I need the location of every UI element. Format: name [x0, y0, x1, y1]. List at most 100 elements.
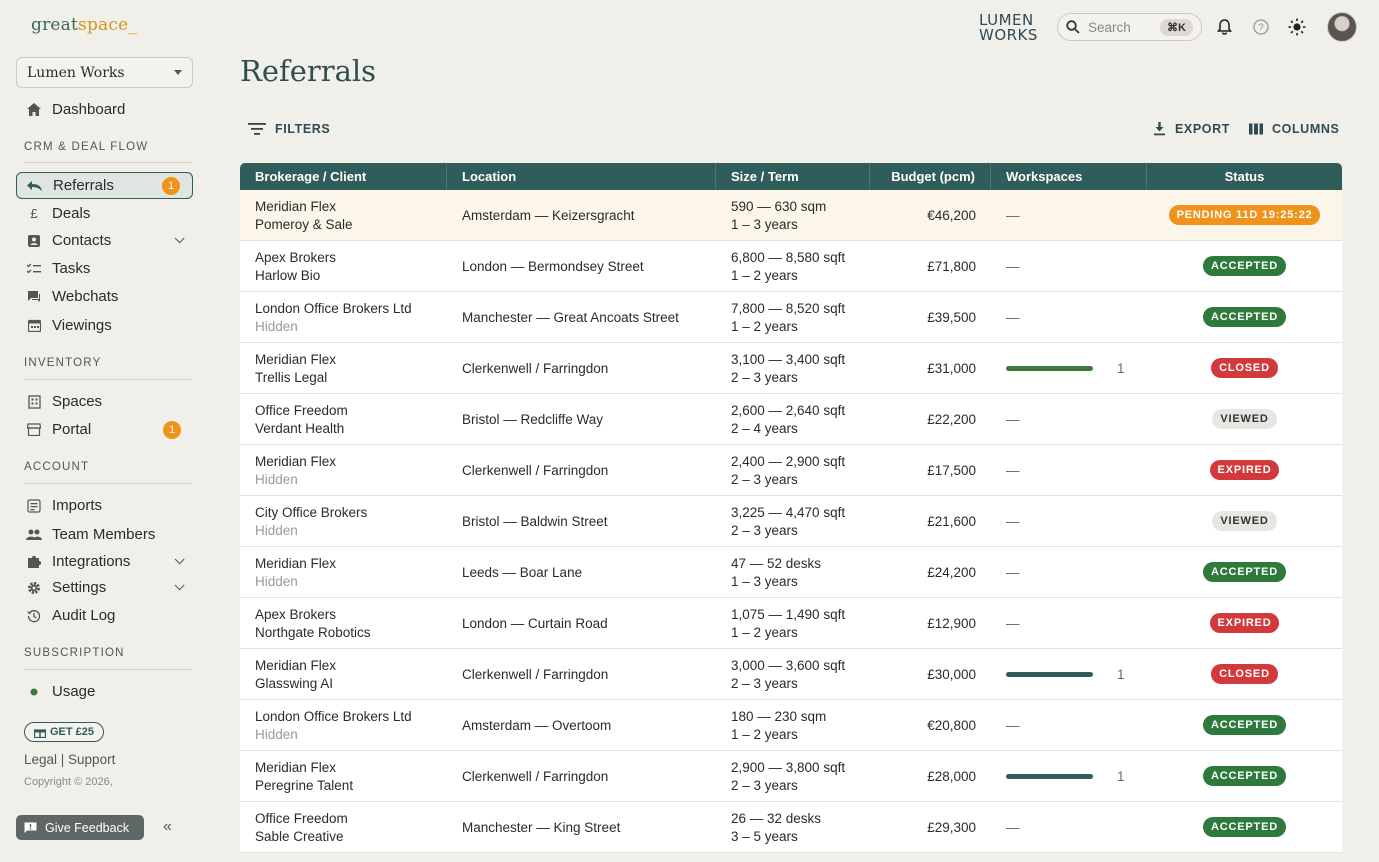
sidebar-item-contacts[interactable]: Contacts	[16, 227, 193, 254]
status-badge[interactable]: ACCEPTED	[1203, 766, 1286, 786]
brokerage-client-cell: Office Freedom Verdant Health	[240, 394, 447, 444]
table-row[interactable]: London Office Brokers Ltd Hidden Mancheste…	[240, 292, 1342, 343]
sidebar-item-label: Audit Log	[52, 607, 116, 624]
size-term-cell: 2,900 — 3,800 sqft 2 – 3 years	[716, 751, 870, 801]
sidebar-item-team-members[interactable]: Team Members	[16, 521, 193, 548]
table-row[interactable]: Meridian Flex Pomeroy & Sale Amsterdam — K…	[240, 190, 1342, 241]
table-row[interactable]: London Office Brokers Ltd Hidden Amsterdam…	[240, 700, 1342, 751]
columns-button[interactable]: COLUMNS	[1249, 122, 1339, 136]
column-header-budget[interactable]: Budget (pcm)	[870, 163, 991, 190]
legal-support-links[interactable]: Legal | Support	[24, 752, 115, 767]
checklist-icon	[26, 261, 42, 277]
sidebar-item-integrations[interactable]: Integrations	[16, 548, 193, 575]
sidebar-item-usage[interactable]: Usage	[16, 678, 193, 705]
table-row[interactable]: City Office Brokers Hidden Bristol — Baldw…	[240, 496, 1342, 547]
status-badge[interactable]: VIEWED	[1212, 409, 1277, 429]
status-badge[interactable]: ACCEPTED	[1203, 307, 1286, 327]
client-name: Pomeroy & Sale	[255, 216, 353, 232]
brokerage-client-cell: Meridian Flex Glasswing AI	[240, 649, 447, 699]
term-text: 1 – 3 years	[731, 216, 798, 232]
status-badge[interactable]: VIEWED	[1212, 511, 1277, 531]
sidebar-item-viewings[interactable]: Viewings	[16, 312, 193, 339]
sidebar-item-imports[interactable]: Imports	[16, 492, 193, 519]
status-badge[interactable]: ACCEPTED	[1203, 562, 1286, 582]
workspaces-progress-bar	[1006, 671, 1093, 677]
sidebar-item-label: Imports	[52, 497, 103, 514]
status-badge[interactable]: EXPIRED	[1209, 613, 1280, 633]
table-body: Meridian Flex Pomeroy & Sale Amsterdam — K…	[240, 190, 1342, 853]
budget-cell: £30,000	[870, 649, 991, 699]
status-badge[interactable]: CLOSED	[1211, 664, 1278, 684]
brokerage-name: Apex Brokers	[255, 249, 337, 265]
brokerage-client-cell: Meridian Flex Hidden	[240, 547, 447, 597]
sidebar-item-audit-log[interactable]: Audit Log	[16, 602, 193, 629]
sidebar-item-dashboard[interactable]: Dashboard	[16, 96, 193, 123]
size-text: 26 — 32 desks	[731, 810, 822, 826]
budget-cell: £22,200	[870, 394, 991, 444]
column-header-location[interactable]: Location	[447, 163, 716, 190]
table-row[interactable]: Meridian Flex Glasswing AI Clerkenwell / F…	[240, 649, 1342, 700]
sidebar-item-portal[interactable]: Portal 1	[16, 416, 193, 443]
column-header-status[interactable]: Status	[1147, 163, 1342, 190]
table-row[interactable]: Apex Brokers Harlow Bio London — Bermondse…	[240, 241, 1342, 292]
workspace-select[interactable]: Lumen Works	[16, 57, 193, 88]
workspaces-empty: —	[1006, 513, 1020, 529]
collapse-sidebar-icon[interactable]: «	[163, 818, 172, 836]
promo-button[interactable]: GET £25	[24, 722, 105, 742]
export-button[interactable]: EXPORT	[1153, 122, 1230, 136]
sidebar-item-referrals[interactable]: Referrals 1	[16, 172, 193, 199]
status-badge[interactable]: ACCEPTED	[1203, 715, 1286, 735]
sidebar-item-tasks[interactable]: Tasks	[16, 255, 193, 282]
give-feedback-button[interactable]: Give Feedback	[16, 815, 144, 840]
sidebar-item-spaces[interactable]: Spaces	[16, 388, 193, 415]
brand-name-part2: space_	[78, 15, 138, 35]
table-row[interactable]: Office Freedom Sable Creative Manchester —…	[240, 802, 1342, 853]
help-icon[interactable]: ?	[1251, 17, 1271, 37]
brand-logo[interactable]: greatspace_	[31, 15, 137, 35]
location-text: Manchester — Great Ancoats Street	[462, 309, 679, 325]
feedback-icon	[24, 822, 37, 833]
columns-label: COLUMNS	[1272, 122, 1340, 136]
sidebar-item-settings[interactable]: Settings	[16, 574, 193, 601]
term-text: 2 – 3 years	[731, 471, 798, 487]
status-cell: ACCEPTED	[1147, 751, 1342, 801]
sidebar-item-webchats[interactable]: Webchats	[16, 283, 193, 310]
brokerage-client-cell: City Office Brokers Hidden	[240, 496, 447, 546]
status-badge[interactable]: ACCEPTED	[1203, 256, 1286, 276]
location-text: Amsterdam — Keizersgracht	[462, 207, 635, 223]
table-row[interactable]: Apex Brokers Northgate Robotics London — C…	[240, 598, 1342, 649]
column-header-brokerage[interactable]: Brokerage / Client	[240, 163, 447, 190]
table-row[interactable]: Meridian Flex Trellis Legal Clerkenwell / …	[240, 343, 1342, 394]
table-row[interactable]: Meridian Flex Peregrine Talent Clerkenwell…	[240, 751, 1342, 802]
size-text: 590 — 630 sqm	[731, 198, 827, 214]
table-row[interactable]: Office Freedom Verdant Health Bristol — Re…	[240, 394, 1342, 445]
workspaces-cell: —	[991, 190, 1147, 240]
bell-icon[interactable]	[1214, 17, 1234, 37]
filters-button[interactable]: FILTERS	[248, 122, 330, 136]
sidebar-item-deals[interactable]: £ Deals	[16, 200, 193, 227]
column-header-size-term[interactable]: Size / Term	[716, 163, 870, 190]
location-cell: Clerkenwell / Farringdon	[447, 343, 716, 393]
budget-cell: £12,900	[870, 598, 991, 648]
status-badge[interactable]: EXPIRED	[1209, 460, 1280, 480]
table-row[interactable]: Meridian Flex Hidden Clerkenwell / Farring…	[240, 445, 1342, 496]
budget-cell: €20,800	[870, 700, 991, 750]
status-badge[interactable]: PENDING 11D 19:25:22	[1168, 205, 1321, 225]
size-term-cell: 2,400 — 2,900 sqft 2 – 3 years	[716, 445, 870, 495]
table-row[interactable]: Meridian Flex Hidden Leeds — Boar Lane 47 —…	[240, 547, 1342, 598]
column-header-workspaces[interactable]: Workspaces	[991, 163, 1147, 190]
avatar[interactable]	[1327, 12, 1357, 42]
search-input[interactable]: Search ⌘K	[1057, 13, 1202, 41]
budget-cell: £29,300	[870, 802, 991, 852]
status-badge[interactable]: ACCEPTED	[1203, 817, 1286, 837]
sidebar-item-label: Spaces	[52, 393, 103, 410]
workspaces-empty: —	[1006, 258, 1020, 274]
workspace-logo: LUMEN WORKS	[979, 13, 1038, 43]
sidebar-item-label: Tasks	[52, 260, 91, 277]
status-badge[interactable]: CLOSED	[1211, 358, 1278, 378]
workspaces-empty: —	[1006, 717, 1020, 733]
sidebar-item-label: Team Members	[52, 526, 156, 543]
sun-icon[interactable]	[1287, 17, 1307, 37]
workspaces-progress-bar	[1006, 773, 1093, 779]
budget-value: £39,500	[927, 309, 976, 325]
